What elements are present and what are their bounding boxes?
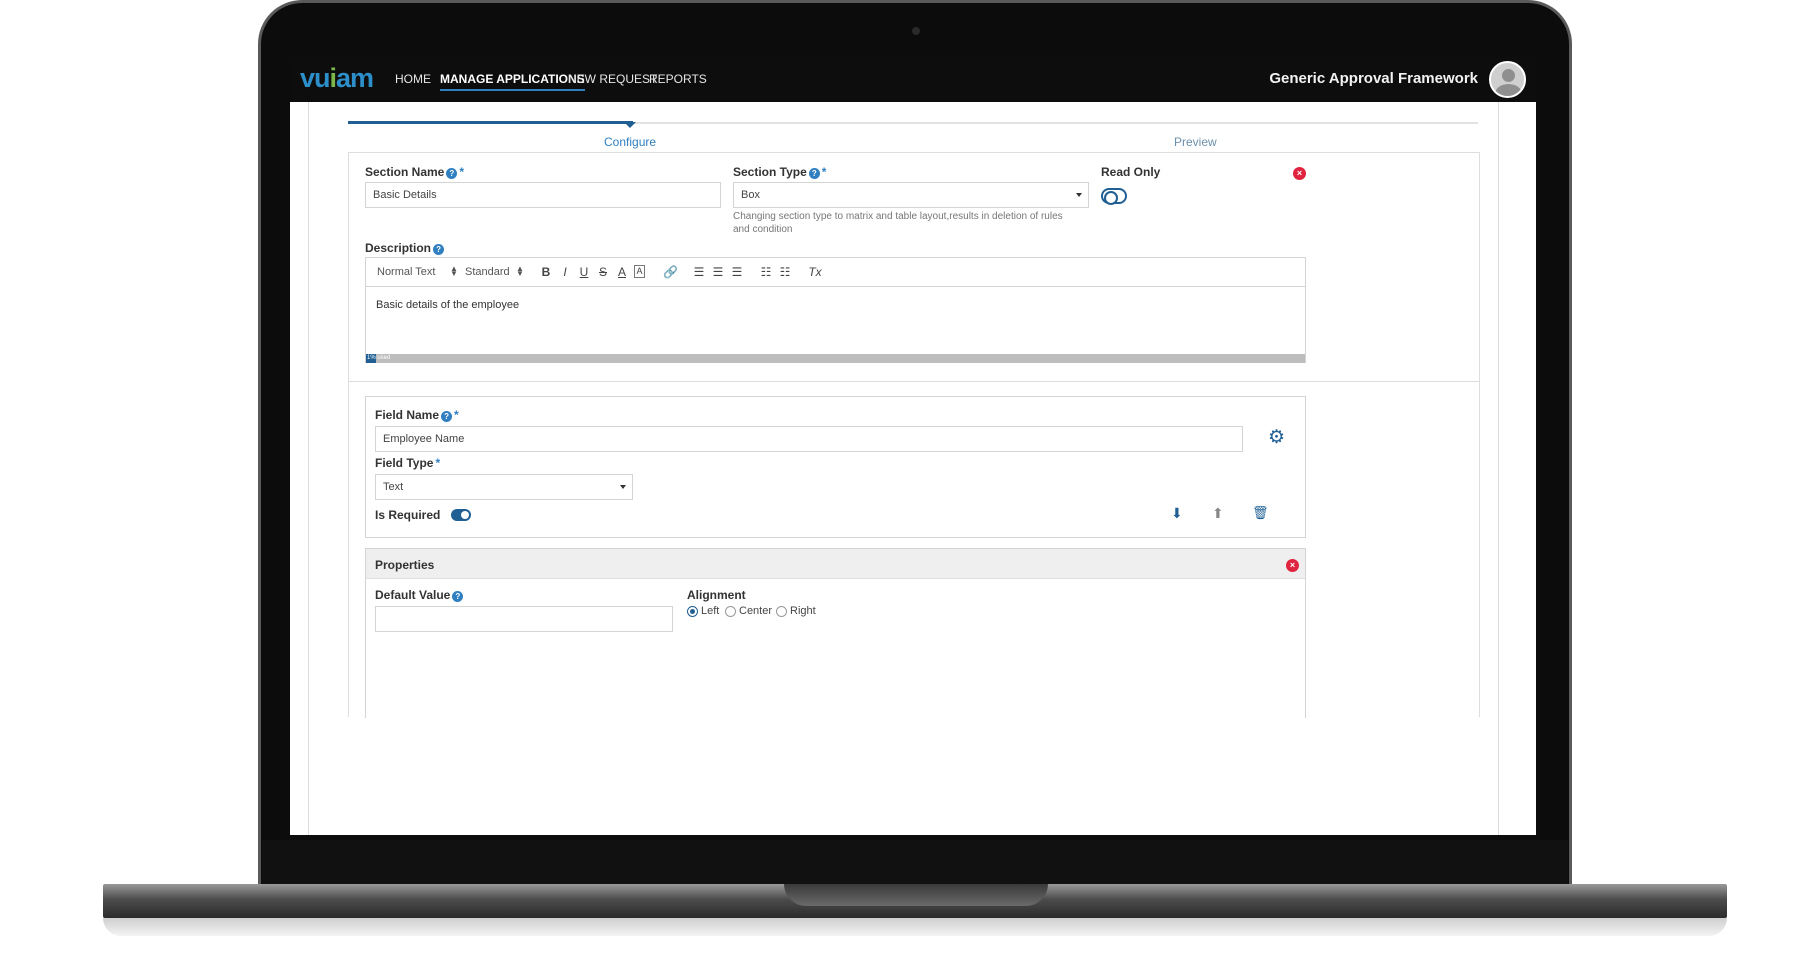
align-left-icon[interactable]: ☰ [692, 265, 706, 279]
description-editor: Normal Text ▲ ▼ Standard ▲ ▼ B I U S A A 🔗… [365, 257, 1306, 363]
nav-reports[interactable]: REPORTS [649, 72, 707, 86]
underline-button[interactable]: U [577, 265, 591, 279]
gear-icon[interactable]: ⚙ [1268, 426, 1285, 449]
avatar-head [1502, 69, 1515, 82]
alignment-left-label: Left [701, 605, 720, 617]
usage-bar: 1% used [366, 354, 1305, 363]
top-navbar: vuiam HOME MANAGE APPLICATIONS NEW REQUE… [290, 57, 1536, 102]
remove-section-icon[interactable]: × [1293, 167, 1306, 180]
content-rail-right [1498, 102, 1499, 835]
help-icon[interactable]: ? [441, 411, 453, 422]
default-value-input[interactable] [375, 606, 673, 632]
laptop-base-shadow [103, 918, 1727, 936]
text-style-select[interactable]: Normal Text [377, 266, 435, 278]
outdent-icon[interactable]: ☰ [730, 265, 744, 279]
avatar-body [1495, 84, 1522, 96]
properties-title: Properties [375, 558, 435, 572]
field-name-label: Field Name? * [375, 408, 459, 422]
is-required-toggle[interactable] [451, 509, 471, 521]
clear-format-button[interactable]: Tx [808, 265, 822, 279]
section-name-label: Section Name? * [365, 165, 465, 179]
alignment-label: Alignment [687, 588, 746, 602]
camera [912, 27, 920, 35]
default-value-label: Default Value? [375, 588, 464, 602]
chevron-down-icon [1076, 193, 1082, 197]
vuram-logo[interactable]: vuiam [300, 63, 374, 94]
properties-header: Properties × [366, 549, 1305, 579]
arrow-down-icon[interactable]: ⬇ [1171, 505, 1183, 522]
properties-panel: Properties × Default Value? Alignment Le… [365, 548, 1306, 718]
step-preview[interactable]: Preview [1174, 135, 1217, 149]
is-required-label: Is Required [375, 508, 441, 522]
laptop-bezel [262, 840, 1568, 890]
ordered-list-icon[interactable]: ☷ [759, 265, 773, 279]
section-divider [349, 381, 1479, 382]
font-color-button[interactable]: A [615, 265, 629, 279]
indent-icon[interactable]: ☰ [711, 265, 725, 279]
stepper-progress [348, 121, 633, 124]
help-icon[interactable]: ? [433, 244, 445, 255]
read-only-label: Read Only [1101, 165, 1161, 179]
field-card: Field Name? * Employee Name ⚙ Field Type *… [365, 396, 1306, 538]
stepper-pointer [624, 122, 636, 128]
description-text[interactable]: Basic details of the employee [376, 299, 519, 311]
bold-button[interactable]: B [539, 265, 553, 279]
read-only-toggle[interactable] [1101, 188, 1127, 205]
arrow-up-icon[interactable]: ⬆ [1212, 505, 1224, 522]
section-type-hint: Changing section type to matrix and tabl… [733, 211, 1063, 235]
field-type-label: Field Type * [375, 456, 441, 470]
content-rail-left [308, 102, 309, 835]
sort-icon: ▲ ▼ [450, 264, 458, 278]
section-name-input[interactable]: Basic Details [365, 182, 721, 208]
description-label: Description? [365, 241, 445, 255]
alignment-center-label: Center [739, 605, 773, 617]
nav-home[interactable]: HOME [395, 72, 431, 86]
bullet-list-icon[interactable]: ☷ [778, 265, 792, 279]
user-avatar[interactable] [1489, 61, 1526, 98]
sort-icon: ▲ ▼ [516, 264, 524, 278]
usage-text: 1% used [367, 355, 391, 361]
alignment-right-radio[interactable] [776, 606, 787, 617]
alignment-left-radio[interactable] [687, 606, 698, 617]
trash-icon[interactable]: 🗑 [1252, 505, 1269, 521]
nav-manage-applications[interactable]: MANAGE APPLICATIONS [440, 72, 585, 91]
editor-toolbar: Normal Text ▲ ▼ Standard ▲ ▼ B I U S A A 🔗… [366, 258, 1305, 287]
alignment-center-radio[interactable] [725, 606, 736, 617]
link-icon[interactable]: 🔗 [663, 265, 678, 279]
chevron-down-icon [620, 485, 626, 489]
section-type-label: Section Type? * [733, 165, 827, 179]
background-color-button[interactable]: A [634, 265, 645, 278]
font-select[interactable]: Standard [465, 266, 510, 278]
field-type-select[interactable]: Text [375, 474, 633, 500]
laptop-notch [784, 884, 1048, 906]
app-title: Generic Approval Framework [1269, 70, 1478, 87]
section-type-select[interactable]: Box [733, 182, 1089, 208]
italic-button[interactable]: I [558, 265, 572, 279]
help-icon[interactable]: ? [446, 168, 458, 179]
main-content: Configure Preview Section Name? * Basic D… [290, 102, 1536, 835]
help-icon[interactable]: ? [452, 591, 464, 602]
screen: vuiam HOME MANAGE APPLICATIONS NEW REQUE… [290, 57, 1536, 835]
strikethrough-button[interactable]: S [596, 265, 610, 279]
nav-new-request[interactable]: NEW REQUEST [568, 72, 657, 86]
alignment-right-label: Right [790, 605, 816, 617]
stage: vuiam HOME MANAGE APPLICATIONS NEW REQUE… [0, 0, 1818, 963]
close-properties-icon[interactable]: × [1286, 559, 1299, 572]
help-icon[interactable]: ? [808, 168, 820, 179]
section-card: Section Name? * Basic Details Section Typ… [348, 152, 1480, 718]
field-name-input[interactable]: Employee Name [375, 426, 1243, 452]
step-configure[interactable]: Configure [604, 135, 656, 149]
